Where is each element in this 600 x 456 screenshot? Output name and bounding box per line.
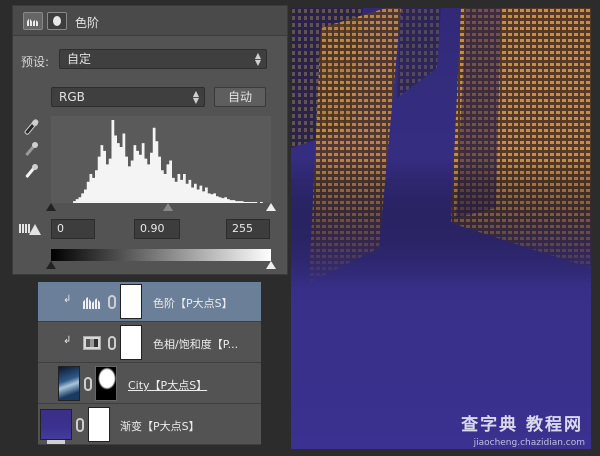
clipping-arrow-icon: ↲	[63, 294, 72, 305]
link-icon[interactable]	[108, 336, 116, 350]
watermark-url: jiaocheng.chazidian.com	[473, 438, 585, 448]
output-white-slider[interactable]	[266, 261, 276, 269]
preset-value: 自定	[67, 52, 92, 66]
black-point-eyedropper-icon[interactable]	[23, 120, 39, 136]
layer-name[interactable]: 色阶【P大点S】	[153, 295, 233, 311]
properties-header: 色阶	[13, 6, 287, 36]
layer-row-hue-saturation[interactable]: ↲ 色相/饱和度【P...	[38, 323, 261, 363]
output-levels-warning-icon[interactable]	[19, 222, 41, 236]
select-arrows-icon: ▲ ▼	[192, 89, 199, 105]
input-white-slider[interactable]	[266, 203, 276, 211]
auto-button[interactable]: 自动	[214, 87, 266, 107]
output-black-slider[interactable]	[46, 261, 56, 269]
layer-row-levels[interactable]: ↲ 色阶【P大点S】	[38, 282, 261, 322]
input-black-slider[interactable]	[46, 203, 56, 211]
layer-mask-thumbnail[interactable]	[120, 325, 142, 360]
input-gamma-slider[interactable]	[163, 203, 173, 211]
input-white-field[interactable]: 255	[226, 219, 270, 239]
levels-properties-panel: 色阶 预设: 自定 ▲ ▼ RGB ▲ ▼ 自动 0 0.90 255	[12, 5, 288, 275]
gradient-fill-thumbnail[interactable]	[40, 409, 72, 444]
layer-row-city[interactable]: City【P大点S】	[38, 364, 261, 404]
output-levels-gradient	[51, 249, 271, 261]
watermark-text: 查字典 教程网	[461, 415, 583, 435]
channel-select[interactable]: RGB ▲ ▼	[51, 87, 205, 107]
layer-mask-thumbnail[interactable]	[88, 407, 110, 442]
hue-saturation-adjustment-icon	[83, 336, 101, 350]
city-image-thumbnail[interactable]	[58, 366, 80, 401]
link-icon[interactable]	[84, 377, 92, 391]
link-icon[interactable]	[76, 418, 84, 432]
input-gamma-field[interactable]: 0.90	[134, 219, 180, 239]
link-icon[interactable]	[108, 295, 116, 309]
clipping-arrow-icon: ↲	[63, 335, 72, 346]
layer-name[interactable]: City【P大点S】	[128, 377, 207, 393]
layer-row-gradient[interactable]: 渐变【P大点S】	[38, 405, 261, 445]
histogram	[51, 116, 271, 203]
layers-panel: ↲ 色阶【P大点S】 ↲ 色相/饱和度【P... City【P大点S】 渐变【P…	[38, 282, 261, 445]
input-black-field[interactable]: 0	[51, 219, 95, 239]
gray-point-eyedropper-icon[interactable]	[23, 142, 39, 158]
channel-value: RGB	[59, 90, 85, 104]
layer-name[interactable]: 色相/饱和度【P...	[153, 336, 238, 352]
properties-title: 色阶	[75, 16, 100, 30]
city-buildings-image	[291, 8, 591, 288]
layer-mask-thumbnail[interactable]	[120, 284, 142, 319]
histogram-graph	[51, 120, 271, 203]
layer-name[interactable]: 渐变【P大点S】	[120, 418, 200, 434]
levels-icon[interactable]	[23, 12, 43, 30]
white-point-eyedropper-icon[interactable]	[23, 164, 39, 180]
levels-adjustment-icon	[83, 295, 101, 309]
preset-select[interactable]: 自定 ▲ ▼	[59, 49, 267, 69]
layer-mask-thumbnail[interactable]	[95, 366, 117, 401]
select-arrows-icon: ▲ ▼	[254, 51, 261, 67]
preset-label: 预设:	[21, 55, 50, 69]
document-canvas[interactable]: 查字典 教程网 jiaocheng.chazidian.com	[291, 8, 591, 449]
mask-icon[interactable]	[47, 12, 67, 30]
